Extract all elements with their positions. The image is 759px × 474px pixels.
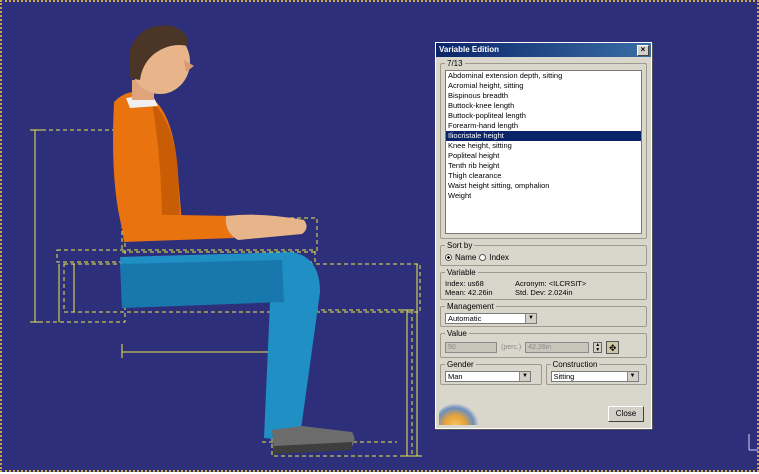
variable-list-item[interactable]: Waist height sitting, omphalion bbox=[446, 181, 641, 191]
variable-list-item[interactable]: Acromial height, sitting bbox=[446, 81, 641, 91]
variable-list-group: 7/13 Abdominal extension depth, sitting A… bbox=[440, 59, 647, 239]
variable-list-item[interactable]: Iliocristale height bbox=[446, 131, 641, 141]
catia-logo-swoosh bbox=[439, 403, 479, 425]
gender-group: Gender Man ▼ bbox=[440, 360, 542, 385]
manikin[interactable] bbox=[113, 25, 355, 455]
sort-by-label: Sort by bbox=[447, 241, 473, 250]
variable-acronym: Acronym: <ILCRSIT> bbox=[515, 279, 587, 288]
variable-list-item[interactable]: Thigh clearance bbox=[446, 171, 641, 181]
variable-list-item[interactable]: Tenth rib height bbox=[446, 161, 641, 171]
radio-icon-name[interactable] bbox=[445, 254, 452, 261]
axis-compass-icon bbox=[748, 434, 758, 451]
variable-std-dev: Std. Dev: 2.024in bbox=[515, 288, 573, 297]
variable-info-label: Variable bbox=[447, 268, 476, 277]
sort-name-option[interactable]: Name bbox=[455, 253, 476, 262]
dialog-title: Variable Edition bbox=[439, 45, 500, 54]
value-label: Value bbox=[447, 329, 467, 338]
spinner-icon[interactable]: ▲ ▼ bbox=[593, 342, 603, 353]
variable-list-item[interactable]: Buttock-knee length bbox=[446, 101, 641, 111]
variable-mean: Mean: 42.26in bbox=[445, 288, 493, 297]
construction-group: Construction Sitting ▼ bbox=[545, 360, 647, 385]
variable-list-item[interactable]: Weight bbox=[446, 191, 641, 201]
variable-info-group: Variable Index: us68 Acronym: <ILCRSIT> … bbox=[440, 268, 647, 300]
variable-list-item[interactable]: Forearm-hand length bbox=[446, 121, 641, 131]
variable-edition-dialog[interactable]: Variable Edition × 7/13 Abdominal extens… bbox=[435, 42, 652, 429]
radio-icon-index[interactable] bbox=[479, 254, 487, 261]
percentile-input[interactable]: 50 bbox=[445, 342, 497, 353]
management-group: Management Automatic ▼ bbox=[440, 302, 647, 327]
construction-label: Construction bbox=[552, 360, 598, 369]
variable-list-item[interactable]: Knee height, sitting bbox=[446, 141, 641, 151]
gender-value: Man bbox=[448, 372, 463, 381]
variable-list-item[interactable]: Buttock-popliteal length bbox=[446, 111, 641, 121]
length-input[interactable]: 42.26in bbox=[525, 342, 590, 353]
close-icon[interactable]: × bbox=[637, 45, 649, 56]
variable-index: Index: us68 bbox=[445, 279, 484, 288]
dropdown-arrow-icon: ▼ bbox=[626, 372, 638, 381]
3d-viewport[interactable]: Variable Edition × 7/13 Abdominal extens… bbox=[0, 0, 759, 472]
measure-tool-icon[interactable]: ✥ bbox=[606, 341, 620, 354]
variable-list-item[interactable]: Popliteal height bbox=[446, 151, 641, 161]
sort-by-group: Sort by Name Index bbox=[440, 241, 647, 266]
management-select[interactable]: Automatic ▼ bbox=[445, 313, 537, 324]
gender-select[interactable]: Man ▼ bbox=[445, 371, 531, 382]
variable-list[interactable]: Abdominal extension depth, sitting Acromi… bbox=[445, 70, 642, 234]
management-label: Management bbox=[447, 302, 494, 311]
percentile-unit: (perc.) bbox=[501, 344, 522, 351]
dropdown-arrow-icon: ▼ bbox=[519, 372, 530, 381]
construction-value: Sitting bbox=[553, 372, 575, 381]
management-value: Automatic bbox=[448, 314, 482, 323]
construction-select[interactable]: Sitting ▼ bbox=[550, 371, 639, 382]
close-button[interactable]: Close bbox=[608, 406, 644, 422]
dialog-titlebar[interactable]: Variable Edition × bbox=[436, 43, 651, 57]
variable-list-counter: 7/13 bbox=[447, 59, 463, 68]
value-group: Value 50 (perc.) 42.26in ▲ ▼ ✥ bbox=[440, 329, 647, 358]
sort-index-option[interactable]: Index bbox=[489, 253, 509, 262]
dropdown-arrow-icon: ▼ bbox=[525, 314, 536, 323]
variable-list-item[interactable]: Bispinous breadth bbox=[446, 91, 641, 101]
variable-list-item[interactable]: Abdominal extension depth, sitting bbox=[446, 71, 641, 81]
gender-label: Gender bbox=[447, 360, 474, 369]
